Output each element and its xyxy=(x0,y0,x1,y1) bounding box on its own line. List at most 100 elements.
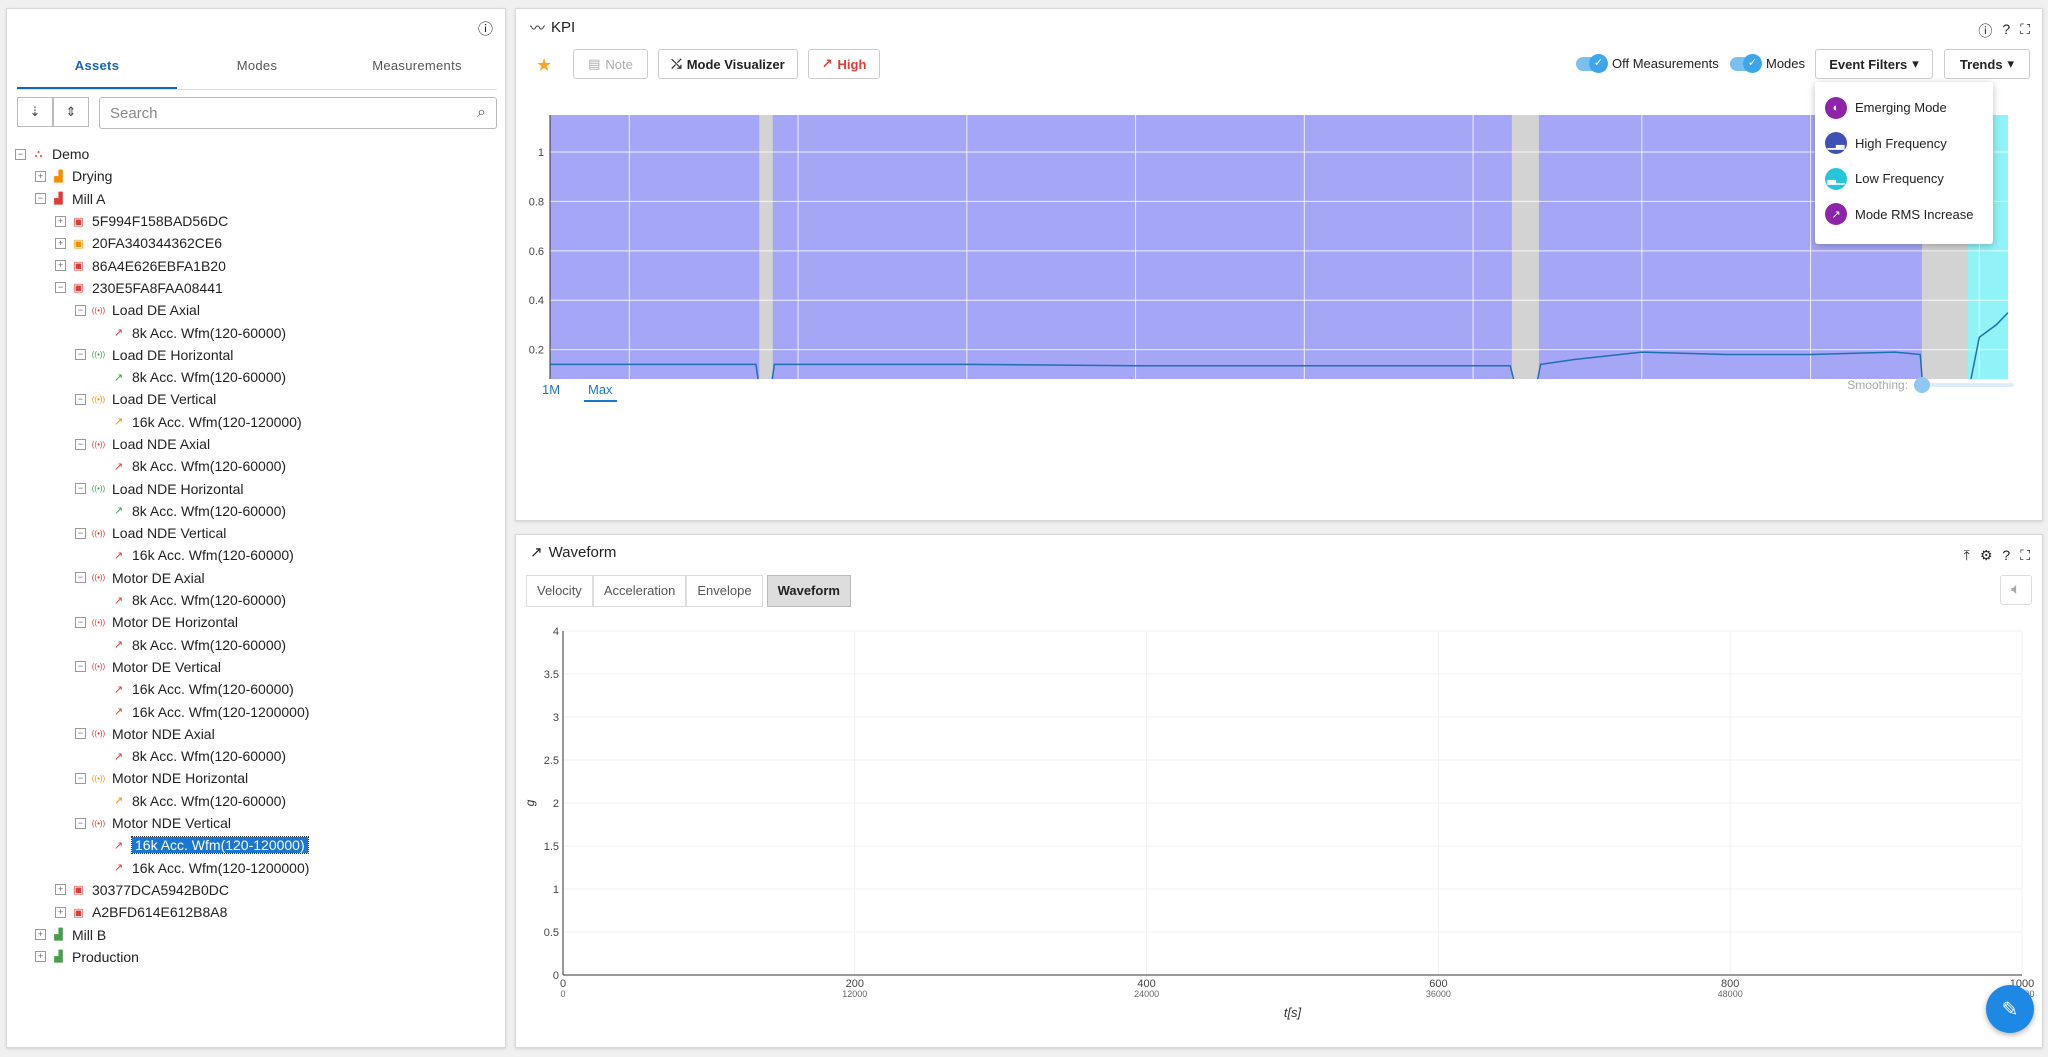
tree-node[interactable]: + ▣ 30377DCA5942B0DC xyxy=(15,879,495,901)
tree-node[interactable]: − ((•)) Load NDE Vertical xyxy=(15,522,495,544)
collapse-icon[interactable]: − xyxy=(75,661,86,673)
tree-node[interactable]: + ▣ 5F994F158BAD56DC xyxy=(15,210,495,232)
sensor-icon: ((•)) xyxy=(91,484,106,494)
tree-node[interactable]: − ((•)) Load DE Axial xyxy=(15,299,495,321)
tree-node[interactable]: + ▟ Production xyxy=(15,946,495,968)
collapse-icon[interactable]: − xyxy=(75,572,86,584)
expand-icon[interactable]: + xyxy=(35,929,46,941)
tree-node[interactable]: − ▟ Mill A xyxy=(15,188,495,210)
menu-item-high-frequency[interactable]: ▁▃ High Frequency xyxy=(1815,126,1993,162)
collapse-icon[interactable]: − xyxy=(75,728,86,740)
collapse-icon[interactable]: − xyxy=(55,282,66,294)
tree-node-label: 86A4E626EBFA1B20 xyxy=(92,257,226,274)
tree-node-label: 8k Acc. Wfm(120-60000) xyxy=(132,592,287,609)
expand-icon[interactable]: + xyxy=(55,260,66,272)
tree-node[interactable]: − ((•)) Load DE Horizontal xyxy=(15,344,495,366)
range-1m-button[interactable]: 1M xyxy=(542,382,560,397)
menu-item-emerging-mode[interactable]: ◐ Emerging Mode xyxy=(1815,90,1993,126)
menu-item-mode-rms-increase[interactable]: ↗ Mode RMS Increase xyxy=(1815,197,1993,233)
tree-node-label: 8k Acc. Wfm(120-60000) xyxy=(132,502,287,519)
tree-node[interactable]: ↗ 16k Acc. Wfm(120-60000) xyxy=(15,678,495,700)
expand-all-button[interactable]: ⇕ xyxy=(53,97,89,127)
expand-icon[interactable]: + xyxy=(55,215,66,227)
tab-measurements[interactable]: Measurements xyxy=(337,46,497,89)
tree-node[interactable]: ↗ 8k Acc. Wfm(120-60000) xyxy=(15,790,495,812)
tree-node[interactable]: − ((•)) Load DE Vertical xyxy=(15,388,495,410)
waveform-chart[interactable]: 00.511.522.533.5400200120004002400060036… xyxy=(516,535,2044,1049)
tree-node[interactable]: ↗ 8k Acc. Wfm(120-60000) xyxy=(15,589,495,611)
tree-node[interactable]: − ((•)) Load NDE Axial xyxy=(15,433,495,455)
collapse-icon[interactable]: − xyxy=(75,393,86,405)
tree-node[interactable]: + ▟ Drying xyxy=(15,165,495,187)
x-secondary-tick-label: 24000 xyxy=(1134,989,1159,999)
tree-node[interactable]: ↗ 16k Acc. Wfm(120-120000) xyxy=(15,411,495,433)
tree-node[interactable]: ↗ 8k Acc. Wfm(120-60000) xyxy=(15,455,495,477)
expand-icon[interactable]: + xyxy=(35,951,46,963)
collapse-icon[interactable]: − xyxy=(75,438,86,450)
tree-node-label: Load NDE Horizontal xyxy=(112,480,244,497)
help-icon[interactable]: ⓘ xyxy=(478,18,493,39)
tree-node[interactable]: − ((•)) Motor NDE Axial xyxy=(15,723,495,745)
collapse-icon[interactable]: − xyxy=(75,349,86,361)
collapse-icon[interactable]: − xyxy=(75,616,86,628)
collapse-icon[interactable]: − xyxy=(75,817,86,829)
tree-node[interactable]: − ((•)) Load NDE Horizontal xyxy=(15,477,495,499)
off-band xyxy=(759,115,773,379)
trend-icon: ↗ xyxy=(113,460,124,473)
collapse-all-button[interactable]: ⇣ xyxy=(17,97,53,127)
collapse-icon[interactable]: − xyxy=(35,193,46,205)
tree-node[interactable]: ↗ 16k Acc. Wfm(120-1200000) xyxy=(15,700,495,722)
tree-node[interactable]: ↗ 16k Acc. Wfm(120-60000) xyxy=(15,544,495,566)
edit-fab-button[interactable]: ✎ xyxy=(1986,985,2034,1033)
tree-node[interactable]: ↗ 16k Acc. Wfm(120-120000) xyxy=(15,834,495,856)
collapse-icon[interactable]: − xyxy=(75,527,86,539)
tree-node-label: Mill B xyxy=(72,926,107,943)
collapse-icon[interactable]: − xyxy=(75,772,86,784)
menu-item-low-frequency[interactable]: ▃▁ Low Frequency xyxy=(1815,161,1993,197)
collapse-icon[interactable]: − xyxy=(75,483,86,495)
tree-node[interactable]: ↗ 8k Acc. Wfm(120-60000) xyxy=(15,745,495,767)
tree-node[interactable]: ↗ 8k Acc. Wfm(120-60000) xyxy=(15,366,495,388)
tree-node[interactable]: − ⛬ Demo xyxy=(15,143,495,165)
tree-node[interactable]: ↗ 16k Acc. Wfm(120-1200000) xyxy=(15,857,495,879)
tree-node[interactable]: − ((•)) Motor DE Horizontal xyxy=(15,611,495,633)
expand-icon[interactable]: + xyxy=(55,237,66,249)
machine-icon: ▣ xyxy=(73,884,84,897)
y-tick-label: 1 xyxy=(538,147,544,159)
collapse-icon[interactable]: − xyxy=(75,304,86,316)
tree-node[interactable]: − ((•)) Motor DE Axial xyxy=(15,567,495,589)
y-tick-label: 0.8 xyxy=(529,196,544,208)
assets-tabs: Assets Modes Measurements xyxy=(17,46,497,90)
emerging-mode-icon: ◐ xyxy=(1825,96,1847,119)
tree-node[interactable]: − ▣ 230E5FA8FAA08441 xyxy=(15,277,495,299)
sensor-icon: ((•)) xyxy=(91,573,106,583)
tree-node[interactable]: − ((•)) Motor NDE Horizontal xyxy=(15,767,495,789)
tree-node[interactable]: + ▣ 20FA340344362CE6 xyxy=(15,232,495,254)
tree-node[interactable]: + ▣ A2BFD614E612B8A8 xyxy=(15,901,495,923)
collapse-icon[interactable]: − xyxy=(15,148,26,160)
expand-icon[interactable]: + xyxy=(35,170,46,182)
event-filters-menu: ◐ Emerging Mode ▁▃ High Frequency ▃▁ Low… xyxy=(1815,82,1993,244)
tree-node[interactable]: ↗ 8k Acc. Wfm(120-60000) xyxy=(15,500,495,522)
tab-modes[interactable]: Modes xyxy=(177,46,337,89)
tree-node-label: 20FA340344362CE6 xyxy=(92,235,222,252)
expand-icon[interactable]: + xyxy=(55,906,66,918)
tree-node[interactable]: ↗ 8k Acc. Wfm(120-60000) xyxy=(15,634,495,656)
search-icon[interactable]: ⌕ xyxy=(477,104,486,122)
search-input[interactable]: Search ⌕ xyxy=(99,97,497,129)
expand-icon[interactable]: + xyxy=(55,884,66,896)
machine-icon: ▣ xyxy=(73,215,84,228)
range-max-button[interactable]: Max xyxy=(584,382,617,402)
tree-node[interactable]: − ((•)) Motor NDE Vertical xyxy=(15,812,495,834)
tab-assets[interactable]: Assets xyxy=(17,46,177,89)
tree-node-label: 8k Acc. Wfm(120-60000) xyxy=(132,636,287,653)
tree-node[interactable]: − ((•)) Motor DE Vertical xyxy=(15,656,495,678)
tree-node[interactable]: + ▣ 86A4E626EBFA1B20 xyxy=(15,254,495,276)
tree-node-label: 16k Acc. Wfm(120-1200000) xyxy=(132,859,310,876)
y-tick-label: 0.5 xyxy=(544,927,559,939)
machine-icon: ▣ xyxy=(73,906,84,919)
y-tick-label: 3 xyxy=(553,712,559,724)
smoothing-slider[interactable] xyxy=(1914,377,2014,393)
tree-node[interactable]: + ▟ Mill B xyxy=(15,923,495,945)
tree-node[interactable]: ↗ 8k Acc. Wfm(120-60000) xyxy=(15,321,495,343)
